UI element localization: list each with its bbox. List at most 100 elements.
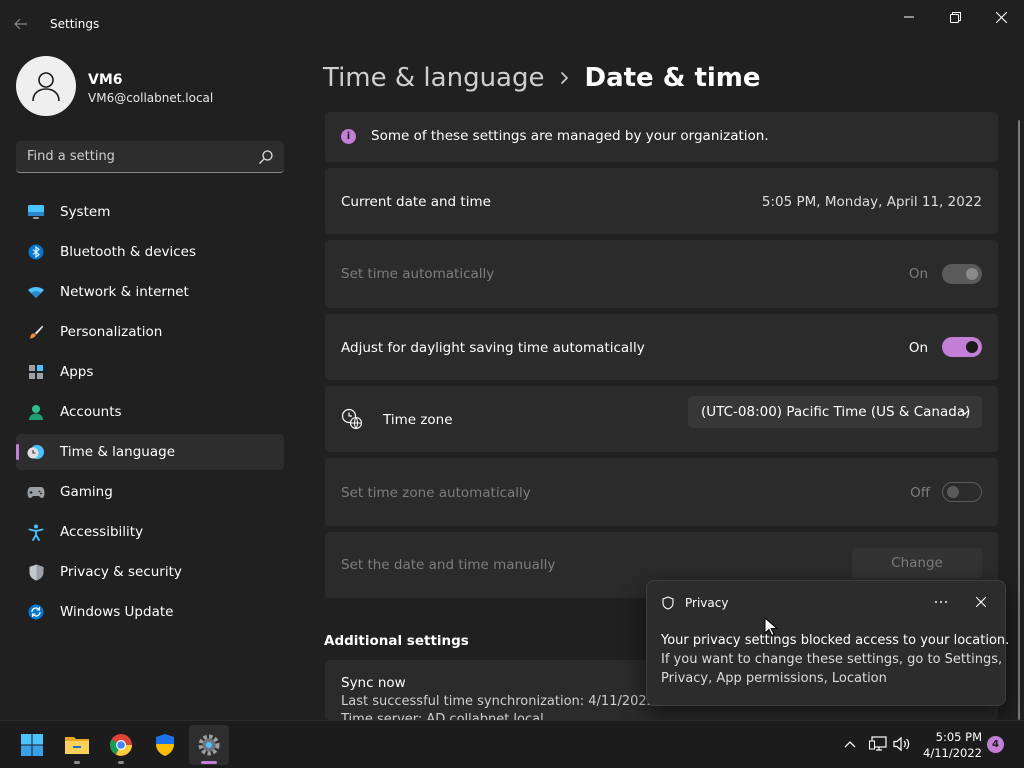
person-icon xyxy=(32,72,60,102)
scrollbar[interactable] xyxy=(1018,120,1020,720)
clock-globe-icon xyxy=(341,408,363,430)
sidebar-item-bluetooth[interactable]: Bluetooth & devices xyxy=(16,234,284,270)
accessibility-icon xyxy=(27,524,45,541)
toast-title: Privacy xyxy=(685,596,729,610)
sidebar-item-label: Windows Update xyxy=(60,604,174,620)
change-button[interactable]: Change xyxy=(852,548,982,578)
close-icon xyxy=(976,597,986,607)
profile-name: VM6 xyxy=(88,72,123,88)
back-button[interactable] xyxy=(14,13,34,35)
breadcrumb: Time & language Date & time xyxy=(323,58,761,98)
toast-line-2: If you want to change these settings, go… xyxy=(661,652,1003,667)
minimize-button[interactable] xyxy=(886,6,932,28)
more-options-button[interactable] xyxy=(927,591,955,613)
restore-icon xyxy=(949,11,961,23)
close-icon xyxy=(995,11,1007,23)
restore-button[interactable] xyxy=(932,6,978,28)
timezone-value: (UTC-08:00) Pacific Time (US & Canada) xyxy=(701,404,971,420)
clock-globe-icon xyxy=(27,444,45,460)
speaker-icon xyxy=(893,736,910,752)
info-icon: i xyxy=(341,129,356,144)
privacy-toast: Privacy Your privacy settings blocked ac… xyxy=(646,580,1010,706)
set-tz-auto-state: Off xyxy=(910,485,930,501)
close-window-button[interactable] xyxy=(978,6,1024,28)
start-button[interactable] xyxy=(12,725,52,765)
sidebar-item-label: Accessibility xyxy=(60,524,144,540)
sidebar-item-accounts[interactable]: Accounts xyxy=(16,394,284,430)
sidebar-item-personalization[interactable]: Personalization xyxy=(16,314,284,350)
sidebar-item-system[interactable]: System xyxy=(16,194,284,230)
set-tz-auto-card: Set time zone automatically Off xyxy=(325,458,998,526)
sidebar-item-time-language[interactable]: Time & language xyxy=(16,434,284,470)
chevron-right-icon xyxy=(560,66,569,90)
taskbar: 5:05 PM 4/11/2022 4 xyxy=(0,720,1024,768)
network-tray-icon[interactable] xyxy=(869,735,887,753)
shield-icon xyxy=(662,596,674,610)
network-icon xyxy=(869,736,887,751)
sidebar-item-accessibility[interactable]: Accessibility xyxy=(16,514,284,550)
notification-badge[interactable]: 4 xyxy=(987,736,1004,753)
banner-text: Some of these settings are managed by yo… xyxy=(371,128,769,144)
search-box xyxy=(16,141,284,173)
search-icon[interactable] xyxy=(258,149,274,165)
sidebar-item-apps[interactable]: Apps xyxy=(16,354,284,390)
page-title: Date & time xyxy=(584,63,761,93)
breadcrumb-parent[interactable]: Time & language xyxy=(323,63,544,93)
update-icon xyxy=(27,604,45,620)
dst-toggle[interactable] xyxy=(942,337,982,357)
wifi-icon xyxy=(27,284,45,300)
toast-line-1: Your privacy settings blocked access to … xyxy=(661,633,1010,648)
sidebar-item-label: Accounts xyxy=(60,404,122,420)
more-icon xyxy=(934,600,948,604)
taskbar-security[interactable] xyxy=(145,725,185,765)
toast-line-3: Privacy, App permissions, Location xyxy=(661,671,887,686)
sidebar-item-label: System xyxy=(60,204,111,220)
sidebar-item-windows-update[interactable]: Windows Update xyxy=(16,594,284,630)
additional-settings-heading: Additional settings xyxy=(324,633,469,649)
set-tz-auto-label: Set time zone automatically xyxy=(341,485,531,501)
sidebar-item-network[interactable]: Network & internet xyxy=(16,274,284,310)
minimize-icon xyxy=(904,16,914,18)
toast-body[interactable]: Your privacy settings blocked access to … xyxy=(661,631,1010,688)
sync-server: Time server: AD.collabnet.local xyxy=(341,712,544,720)
chrome-icon xyxy=(110,734,132,756)
current-datetime-card: Current date and time 5:05 PM, Monday, A… xyxy=(325,168,998,234)
dst-state: On xyxy=(908,340,928,356)
windows-logo-icon xyxy=(21,734,43,756)
mouse-cursor-icon xyxy=(764,617,778,637)
taskbar-settings[interactable] xyxy=(189,725,229,765)
volume-tray-icon[interactable] xyxy=(893,735,911,753)
shield-icon xyxy=(27,564,45,580)
taskbar-chrome[interactable] xyxy=(101,725,141,765)
gamepad-icon xyxy=(27,484,45,500)
monitor-icon xyxy=(27,204,45,220)
taskbar-file-explorer[interactable] xyxy=(57,725,97,765)
toast-close-button[interactable] xyxy=(969,591,993,613)
timezone-dropdown[interactable]: (UTC-08:00) Pacific Time (US & Canada) xyxy=(688,396,982,428)
apps-icon xyxy=(27,364,45,380)
sidebar-item-label: Bluetooth & devices xyxy=(60,244,197,260)
sync-title: Sync now xyxy=(341,675,406,691)
current-datetime-value: 5:05 PM, Monday, April 11, 2022 xyxy=(761,194,982,210)
manual-datetime-label: Set the date and time manually xyxy=(341,557,556,573)
set-time-auto-state: On xyxy=(908,266,928,282)
taskbar-clock[interactable]: 5:05 PM 4/11/2022 xyxy=(918,729,982,761)
sidebar-item-label: Gaming xyxy=(60,484,113,500)
current-datetime-label: Current date and time xyxy=(341,194,491,210)
dst-card: Adjust for daylight saving time automati… xyxy=(325,314,998,380)
user-profile[interactable]: VM6 VM6@collabnet.local xyxy=(16,56,296,118)
arrow-left-icon xyxy=(14,18,27,30)
sidebar-item-privacy[interactable]: Privacy & security xyxy=(16,554,284,590)
sidebar-item-label: Network & internet xyxy=(60,284,189,300)
set-time-auto-toggle[interactable] xyxy=(942,264,982,284)
sidebar-item-label: Privacy & security xyxy=(60,564,182,580)
chevron-down-icon xyxy=(960,409,970,415)
dst-label: Adjust for daylight saving time automati… xyxy=(341,340,645,356)
gear-icon xyxy=(198,734,220,756)
search-input[interactable] xyxy=(16,141,246,172)
managed-info-banner: i Some of these settings are managed by … xyxy=(325,112,998,162)
sidebar-item-gaming[interactable]: Gaming xyxy=(16,474,284,510)
show-hidden-icons-button[interactable] xyxy=(841,735,859,753)
set-tz-auto-toggle[interactable] xyxy=(942,482,982,502)
sidebar-item-label: Personalization xyxy=(60,324,163,340)
